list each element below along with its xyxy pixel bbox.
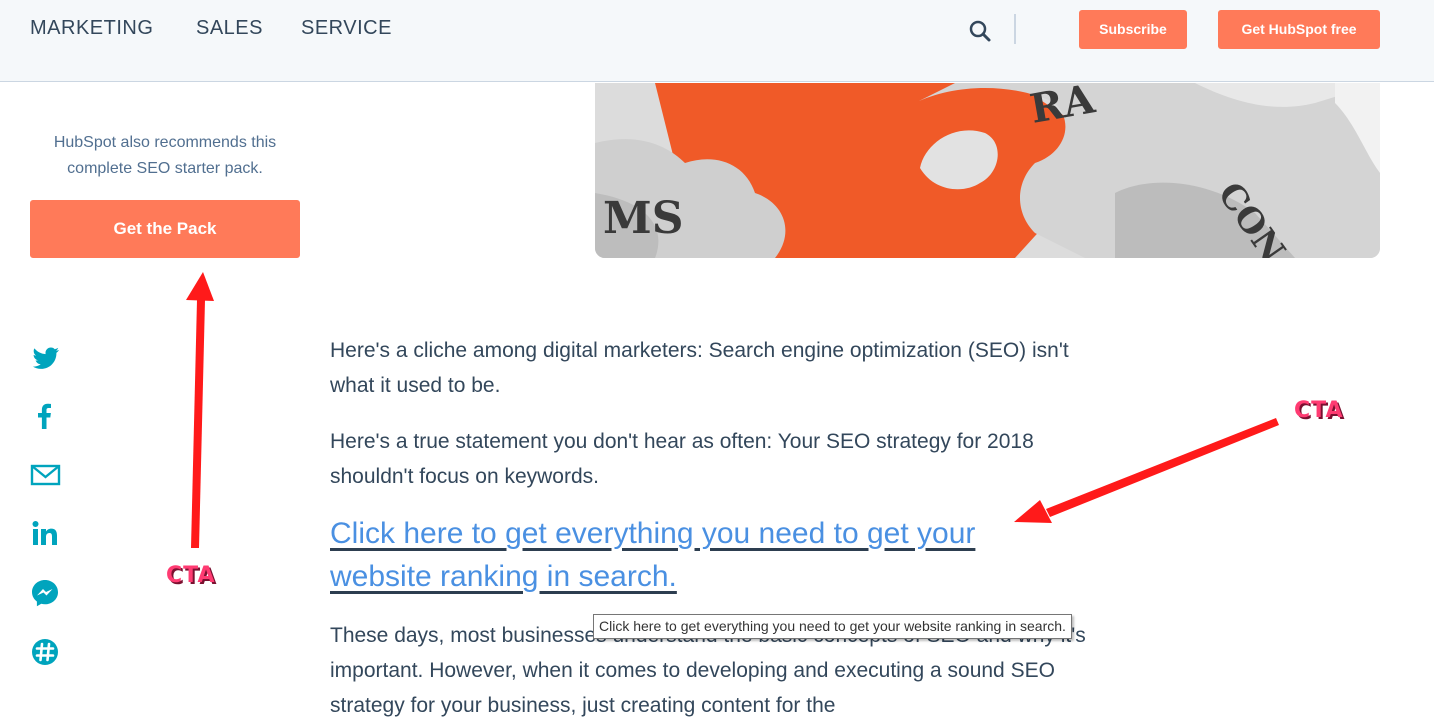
subscribe-button[interactable]: Subscribe <box>1079 10 1187 49</box>
nav-marketing[interactable]: MARKETING <box>30 17 153 40</box>
nav-sales[interactable]: SALES <box>196 17 263 40</box>
twitter-icon[interactable] <box>28 340 62 374</box>
link-tooltip: Click here to get everything you need to… <box>593 614 1072 639</box>
cta-link[interactable]: Click here to get everything you need to… <box>330 512 1050 598</box>
search-icon[interactable] <box>966 17 994 45</box>
cta-annotation-left: CTA <box>166 563 216 588</box>
left-annotation-arrow <box>186 272 214 548</box>
hero-image: MS RA CON <box>595 83 1380 258</box>
top-navigation-bar: MARKETING SALES SERVICE Subscribe Get Hu… <box>0 0 1434 82</box>
messenger-icon[interactable] <box>28 576 62 610</box>
article-paragraph-1: Here's a cliche among digital marketers:… <box>330 339 1069 397</box>
get-the-pack-button[interactable]: Get the Pack <box>30 200 300 258</box>
slack-icon[interactable] <box>28 635 62 669</box>
nav-service[interactable]: SERVICE <box>301 17 392 40</box>
puzzle-text-ms: MS <box>603 193 683 244</box>
sidebar-recommendation-text: HubSpot also recommends this complete SE… <box>53 134 277 177</box>
email-icon[interactable] <box>28 458 62 492</box>
article-paragraph-2: Here's a true statement you don't hear a… <box>330 430 1034 488</box>
facebook-icon[interactable] <box>28 399 62 433</box>
nav-divider <box>1014 14 1016 44</box>
linkedin-icon[interactable] <box>28 517 62 551</box>
cta-annotation-right: CTA <box>1294 398 1344 423</box>
get-hubspot-free-button[interactable]: Get HubSpot free <box>1218 10 1380 49</box>
